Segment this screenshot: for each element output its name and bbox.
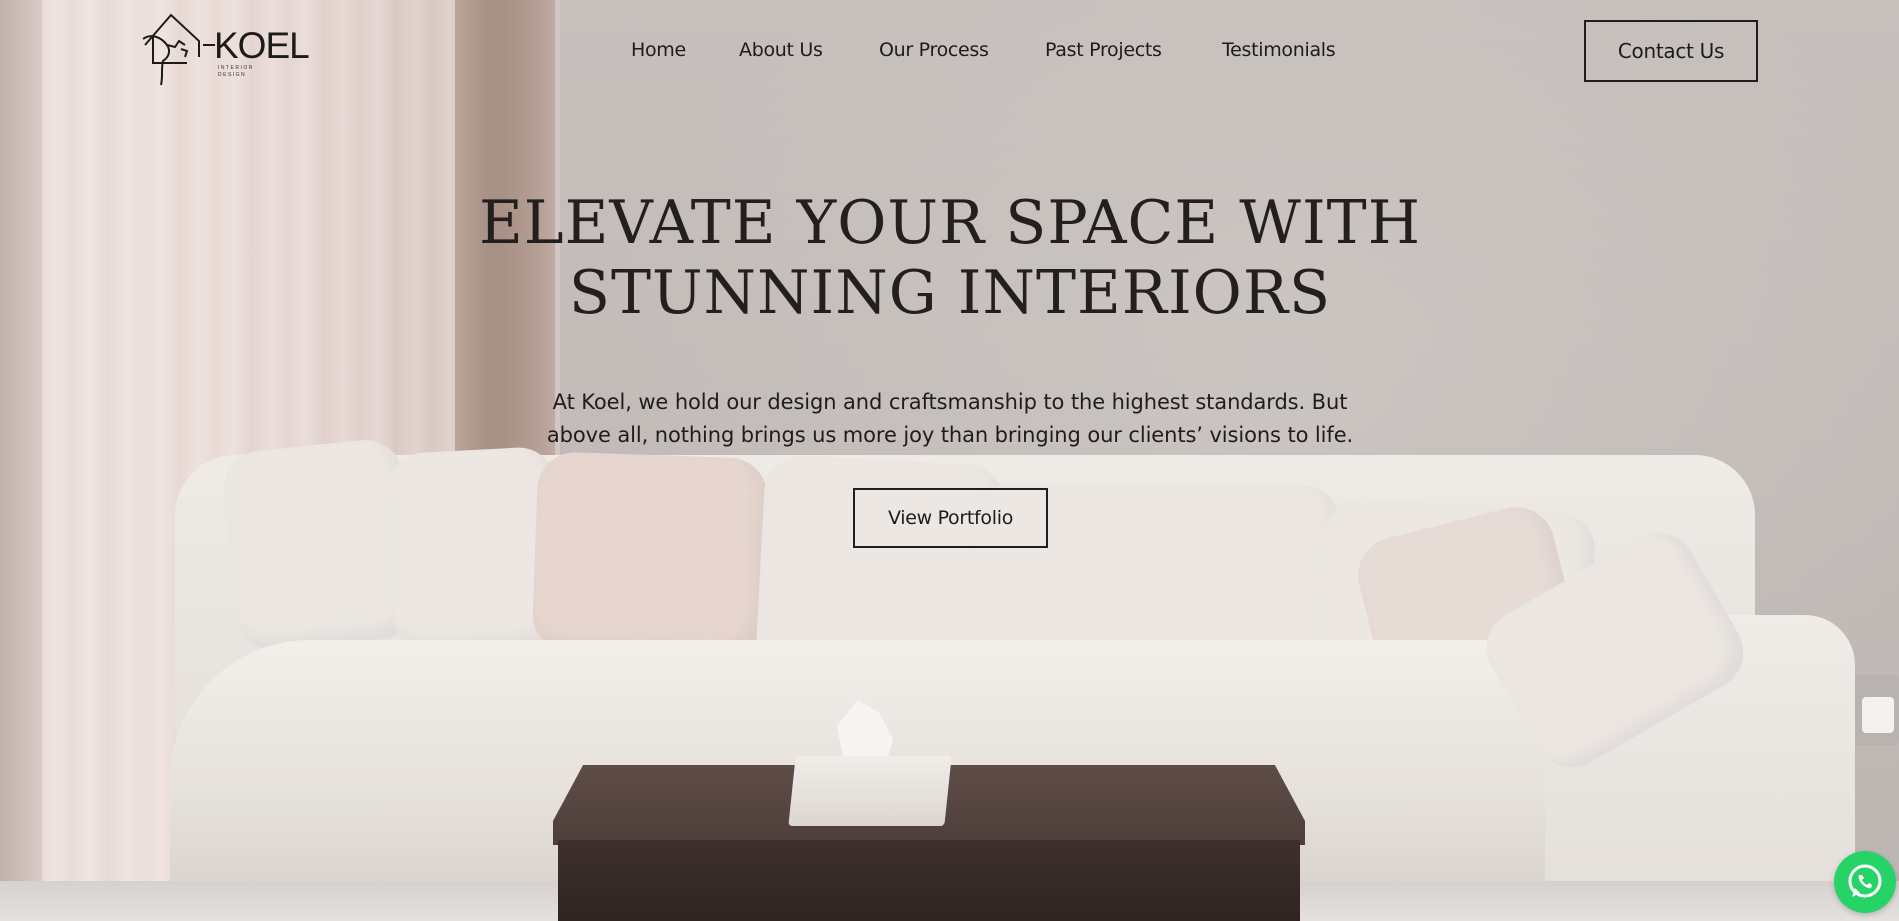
contact-us-button[interactable]: Contact Us [1584, 20, 1758, 82]
hero-background-photo [0, 0, 1899, 921]
nav-home-link[interactable]: Home [631, 36, 686, 64]
site-header: KOEL INTERIOR DESIGN Home About Us Our P… [0, 0, 1899, 100]
whatsapp-icon [1848, 864, 1882, 898]
hero-description: At Koel, we hold our design and craftsma… [546, 390, 1354, 447]
brand-tagline: INTERIOR DESIGN [218, 65, 254, 78]
nav-past-projects-link[interactable]: Past Projects [1045, 36, 1162, 64]
tissue-box [788, 756, 952, 826]
cushion [531, 451, 769, 659]
nav-testimonials-link[interactable]: Testimonials [1222, 36, 1336, 64]
nav-our-process-link[interactable]: Our Process [879, 36, 989, 64]
whatsapp-chat-button[interactable] [1834, 851, 1896, 913]
view-portfolio-button[interactable]: View Portfolio [853, 488, 1048, 548]
hero-title-line-1: ELEVATE YOUR SPACE WITH [478, 188, 1422, 258]
coffee-table-body [558, 840, 1300, 921]
hero-title: ELEVATE YOUR SPACE WITH STUNNING INTERIO… [450, 188, 1450, 328]
hero-title-line-2: STUNNING INTERIORS [568, 258, 1332, 328]
curtain-edge [0, 0, 42, 921]
nav-about-us-link[interactable]: About Us [739, 36, 823, 64]
